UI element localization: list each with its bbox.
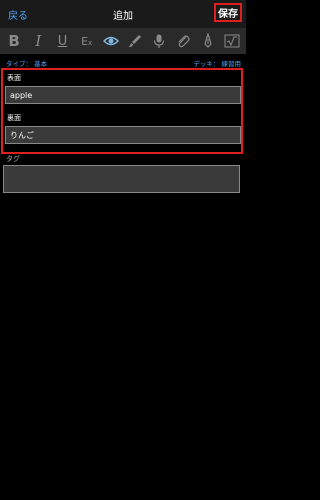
attachment-icon xyxy=(178,35,191,48)
pen-icon xyxy=(203,33,212,48)
tags-label: タグ xyxy=(6,155,20,163)
handwriting-button[interactable] xyxy=(198,31,218,51)
page-title: 追加 xyxy=(113,11,133,22)
clear-format-icon: Ex xyxy=(81,34,93,48)
note-type-selector[interactable]: タイプ： 基本 xyxy=(6,58,47,68)
clear-format-button[interactable]: Ex xyxy=(77,31,97,51)
deck-selector[interactable]: デッキ： 練習用 xyxy=(193,58,241,68)
math-icon xyxy=(224,34,240,48)
fields-highlight: 表面 apple 裏面 りんご xyxy=(1,68,243,154)
tags-input[interactable] xyxy=(3,165,240,193)
record-audio-button[interactable] xyxy=(149,31,169,51)
back-field-label: 裏面 xyxy=(7,114,21,122)
formatting-toolbar: B I U Ex xyxy=(0,28,246,54)
underline-icon: U xyxy=(57,33,68,49)
microphone-icon xyxy=(154,34,165,48)
bold-icon: B xyxy=(8,31,20,50)
brush-icon xyxy=(129,35,142,48)
front-field-input[interactable]: apple xyxy=(5,86,241,104)
attach-button[interactable] xyxy=(173,31,193,51)
eye-icon xyxy=(102,36,119,46)
note-meta: タイプ： 基本 デッキ： 練習用 xyxy=(0,55,246,68)
bold-button[interactable]: B xyxy=(4,31,24,51)
navigation-bar: 戻る 追加 保存 xyxy=(0,0,246,28)
drawing-button[interactable] xyxy=(125,31,145,51)
preview-button[interactable] xyxy=(101,31,121,51)
math-button[interactable] xyxy=(222,31,242,51)
front-field-label: 表面 xyxy=(7,74,21,82)
italic-button[interactable]: I xyxy=(28,31,48,51)
underline-button[interactable]: U xyxy=(52,31,72,51)
back-field-input[interactable]: りんご xyxy=(5,126,241,144)
save-button[interactable]: 保存 xyxy=(214,3,242,22)
italic-icon: I xyxy=(35,31,42,50)
